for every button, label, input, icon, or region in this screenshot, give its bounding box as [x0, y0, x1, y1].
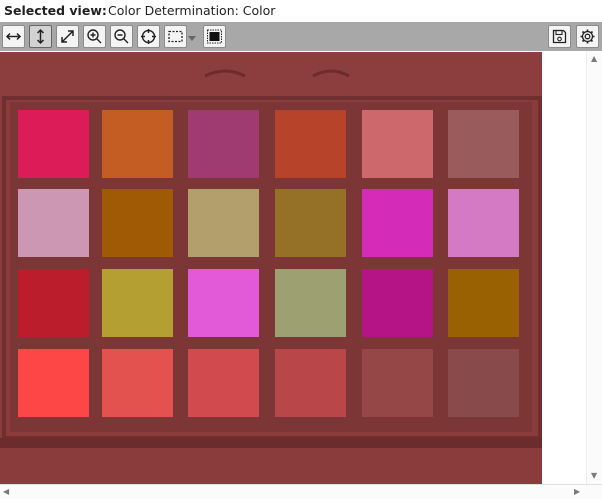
color-patch-r4-c2	[102, 349, 173, 417]
fit-view-button[interactable]	[56, 25, 79, 48]
color-patch-r4-c6	[448, 349, 519, 417]
scroll-left-arrow-icon[interactable]: ◀	[3, 487, 9, 497]
color-patch-r3-c1	[18, 269, 89, 337]
selection-dropdown[interactable]	[186, 30, 198, 44]
color-patch-r3-c5	[362, 269, 433, 337]
color-patch-r3-c2	[102, 269, 173, 337]
color-chart-image	[0, 52, 542, 484]
scroll-up-arrow-icon[interactable]: ▲	[591, 54, 597, 64]
arrows-vertical-icon	[36, 28, 45, 45]
color-patch-r1-c4	[275, 110, 346, 178]
color-patch-r4-c5	[362, 349, 433, 417]
color-patch-r1-c1	[18, 110, 89, 178]
color-patch-r2-c4	[275, 189, 346, 257]
color-patch-r3-c6	[448, 269, 519, 337]
vertical-scrollbar[interactable]: ▲ ▼	[586, 52, 602, 484]
chevron-down-icon	[188, 36, 196, 41]
save-button[interactable]	[548, 25, 571, 48]
scroll-down-arrow-icon[interactable]: ▼	[591, 471, 597, 481]
color-patch-r1-c5	[362, 110, 433, 178]
view-header: Selected view: Color Determination: Colo…	[0, 0, 602, 22]
scroll-right-arrow-icon[interactable]: ▶	[574, 487, 580, 497]
arrows-horizontal-icon	[5, 32, 22, 41]
filled-rectangle-icon	[207, 29, 222, 44]
color-patch-r1-c3	[188, 110, 259, 178]
floppy-disk-icon	[552, 29, 567, 44]
selected-view-label: Selected view:	[4, 3, 107, 18]
selection-button[interactable]	[164, 25, 187, 48]
color-patch-r2-c1	[18, 189, 89, 257]
color-patch-r3-c3	[188, 269, 259, 337]
crosshair-icon	[141, 29, 156, 44]
gear-icon	[580, 29, 595, 44]
color-patch-r1-c2	[102, 110, 173, 178]
color-patch-r2-c6	[448, 189, 519, 257]
color-patch-r2-c5	[362, 189, 433, 257]
fill-selection-button[interactable]	[203, 25, 226, 48]
color-patch-r1-c6	[448, 110, 519, 178]
color-patch-r3-c4	[275, 269, 346, 337]
dashed-rectangle-icon	[168, 30, 183, 43]
pan-vertical-button[interactable]	[29, 25, 52, 48]
color-patch-r2-c3	[188, 189, 259, 257]
zoom-out-icon	[114, 29, 129, 44]
toolbar	[0, 22, 602, 51]
color-patch-r4-c3	[188, 349, 259, 417]
color-patch-r2-c2	[102, 189, 173, 257]
vertical-scrollbar-area: ▲ ▼	[542, 52, 602, 484]
horizontal-scrollbar[interactable]: ◀ ▶	[0, 484, 602, 499]
settings-button[interactable]	[576, 25, 599, 48]
zoom-in-icon	[87, 29, 102, 44]
color-patch-r4-c4	[275, 349, 346, 417]
zoom-in-button[interactable]	[83, 25, 106, 48]
pan-horizontal-button[interactable]	[2, 25, 25, 48]
zoom-out-button[interactable]	[110, 25, 133, 48]
arrows-diagonal-icon	[61, 30, 74, 43]
color-patch-r4-c1	[18, 349, 89, 417]
center-view-button[interactable]	[137, 25, 160, 48]
selected-view-value: Color Determination: Color	[108, 3, 276, 18]
image-viewport[interactable]	[0, 52, 542, 484]
